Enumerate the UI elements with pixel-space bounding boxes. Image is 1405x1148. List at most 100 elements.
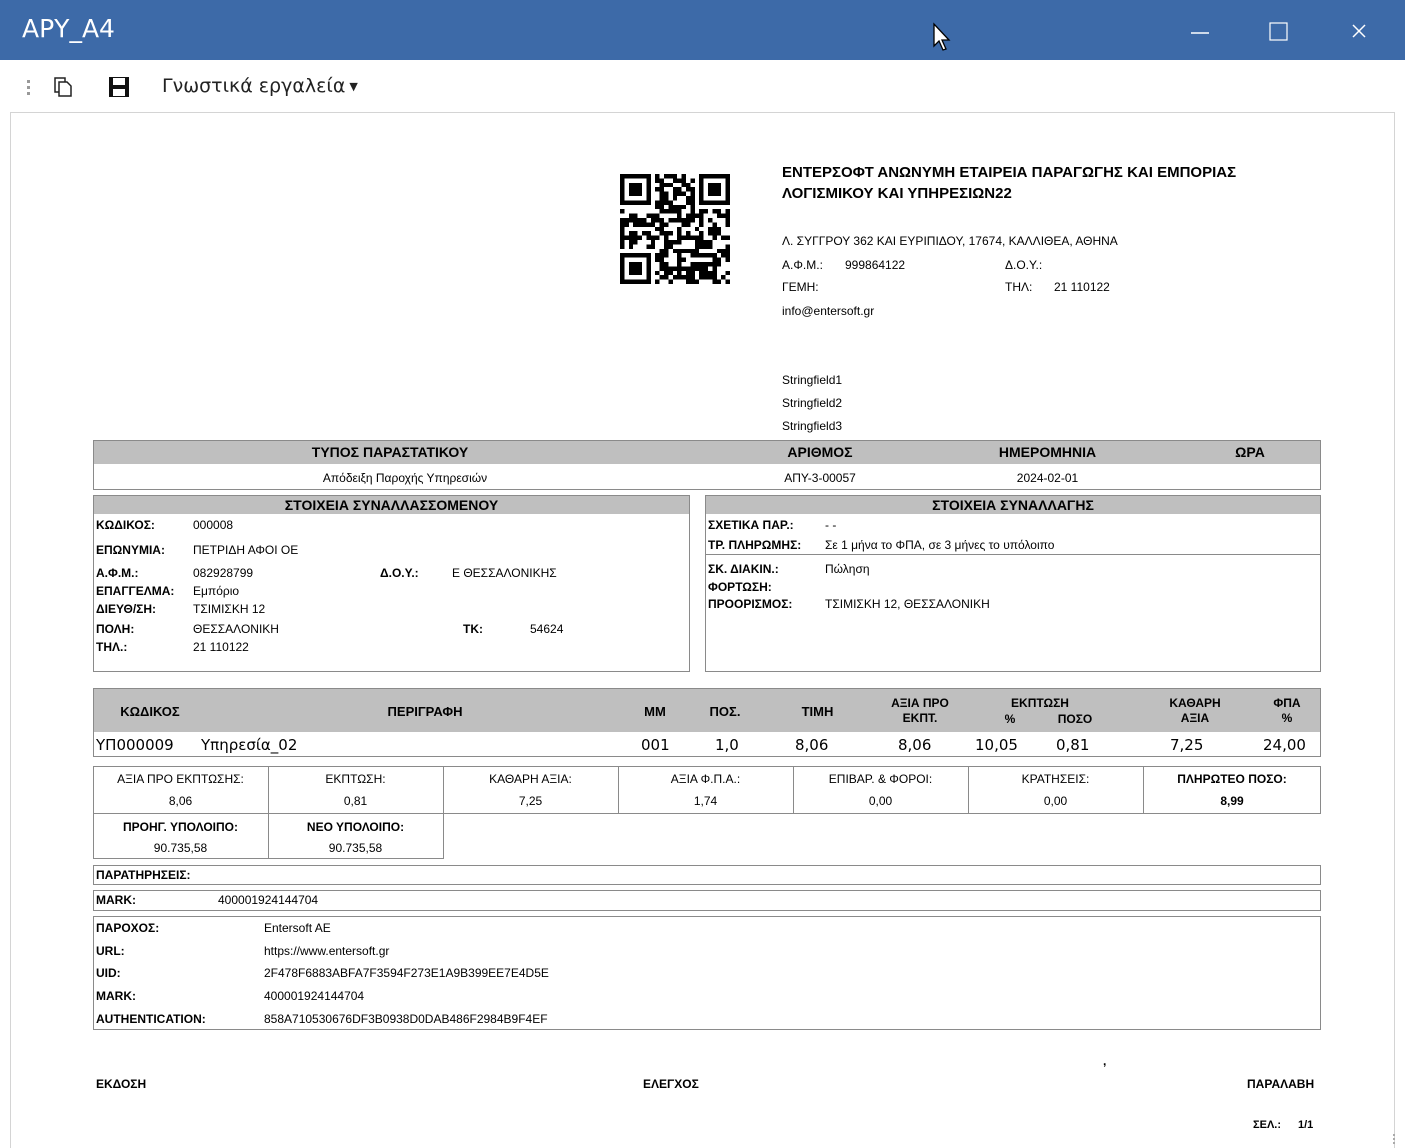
cognitive-tools-label: Γνωστικά εργαλεία [162,75,346,97]
destination-label: ΠΡΟΟΡΙΣΜΟΣ: [708,597,793,611]
total-payable-label: ΠΛΗΡΩΤΕΟ ΠΟΣΟ: [1177,772,1287,786]
customer-doy-label: Δ.Ο.Υ.: [380,566,419,580]
company-afm-label: Α.Φ.Μ.: [782,258,823,272]
company-gemh-label: ΓΕΜΗ: [782,280,819,294]
company-name-line1: ΕΝΤΕΡΣΟΦΤ ΑΝΩΝΥΜΗ ΕΤΑΙΡΕΙΑ ΠΑΡΑΓΩΓΗΣ ΚΑΙ… [782,164,1237,181]
col-price-header: ΤΙΜΗ [801,704,834,719]
customer-job-label: ΕΠΑΓΓΕΛΜΑ: [96,584,175,598]
total-net-value: 7,25 [518,794,543,808]
page-label: ΣΕΛ.: [1253,1119,1281,1131]
line-disc-amt: 0,81 [1056,736,1090,754]
customer-doy-value: Ε ΘΕΣΣΑΛΟΝΙΚΗΣ [452,566,557,580]
col-value-before-header-1: ΑΞΙΑ ΠΡΟ [891,696,949,710]
total-withholding-label: ΚΡΑΤΗΣΕΙΣ: [1021,772,1090,786]
minimize-button[interactable] [1164,0,1234,60]
customer-tel-value: 21 110122 [193,640,249,654]
new-balance-label: ΝΕΟ ΥΠΟΛΟΙΠΟ: [306,820,405,834]
url-label: URL: [96,944,125,958]
col-vat-header-1: ΦΠΑ [1273,696,1301,710]
company-doy-label: Δ.Ο.Υ.: [1005,258,1043,272]
total-charges-value: 0,00 [868,794,893,808]
maximize-button[interactable] [1246,0,1316,60]
customer-afm-label: Α.Φ.Μ.: [96,566,139,580]
col-discount-header: ΕΚΠΤΩΣΗ [1011,696,1069,710]
col-vat-header-2: % [1281,711,1293,725]
col-value-before-header-2: ΕΚΠΤ. [902,711,938,725]
col-discount-amt-header: ΠΟΣΟ [1057,712,1093,726]
related-docs-value: - - [825,518,837,532]
toolbar-grip-icon[interactable] [27,80,30,96]
caret-down-icon: ▼ [349,80,358,93]
destination-value: ΤΣΙΜΙΣΚΗ 12, ΘΕΣΣΑΛΟΝΙΚΗ [825,597,990,611]
provider-mark-value: 400001924144704 [264,989,365,1003]
col-net-header-2: ΑΞΙΑ [1180,711,1210,725]
check-label: ΕΛΕΓΧΟΣ [643,1077,699,1091]
qr-code-icon [620,174,730,284]
line-value-before: 8,06 [898,736,932,754]
page-value: 1/1 [1298,1119,1314,1131]
mark-label: MARK: [96,893,136,907]
col-qty-header: ΠΟΣ. [709,704,741,719]
total-disc-value: 0,81 [343,794,368,808]
new-balance-value: 90.735,58 [328,841,383,855]
doc-type-header: ΤΥΠΟΣ ΠΑΡΑΣΤΑΤΙΚΟΥ [311,444,469,460]
uid-value: 2F478F6883ABFA7F3594F273E1A9B399EE7E4D5E [264,966,549,980]
customer-address-label: ΔΙΕΥΘ/ΣΗ: [96,602,157,616]
customer-code-value: 000008 [193,518,234,532]
remarks-box [93,865,1321,885]
total-net-label: ΚΑΘΑΡΗ ΑΞΙΑ: [489,772,572,786]
line-mm: 001 [641,736,670,754]
auth-value: 858A710530676DF3B0938D0DAB486F2984B9F4EF [264,1012,548,1026]
col-desc-header: ΠΕΡΙΓΡΑΦΗ [387,704,463,719]
transaction-section [705,495,1321,672]
company-email: info@entersoft.gr [782,304,875,318]
line-disc-pct: 10,05 [975,736,1018,754]
customer-code-label: ΚΩΔΙΚΟΣ: [96,518,155,532]
customer-city-value: ΘΕΣΣΑΛΟΝΙΚΗ [193,622,279,636]
doc-date-value: 2024-02-01 [1016,471,1079,485]
total-payable-value: 8,99 [1220,794,1244,808]
prev-balance-label: ΠΡΟΗΓ. ΥΠΟΛΟΙΠΟ: [122,820,239,834]
customer-address-value: ΤΣΙΜΙΣΚΗ 12 [193,602,266,616]
doc-number-header: ΑΡΙΘΜΟΣ [787,444,853,460]
line-qty: 1,0 [715,736,739,754]
close-icon [1352,24,1366,38]
col-mm-header: ΜΜ [644,704,666,719]
payment-method-value: Σε 1 μήνα το ΦΠΑ, σε 3 μήνες το υπόλοιπο [825,538,1055,552]
auth-label: AUTHENTICATION: [96,1012,206,1026]
cognitive-tools-menu[interactable]: Γνωστικά εργαλεία ▼ [162,75,358,97]
total-charges-label: ΕΠΙΒΑΡ. & ΦΟΡΟΙ: [828,772,933,786]
provider-mark-label: MARK: [96,989,136,1003]
stringfield-1: Stringfield1 [782,373,843,387]
customer-afm-value: 082928799 [193,566,254,580]
doc-type-value: Απόδειξη Παροχής Υπηρεσιών [322,471,488,485]
total-vat-label: ΑΞΙΑ Φ.Π.Α.: [670,772,741,786]
line-code: ΥΠ000009 [96,736,174,754]
copy-icon[interactable] [52,76,74,98]
window-title: ΑΡΥ_Α4 [22,14,115,43]
resize-grip-icon[interactable] [1389,1133,1399,1145]
uid-label: UID: [96,966,121,980]
close-button[interactable] [1328,0,1398,60]
line-net: 7,25 [1170,736,1204,754]
col-code-header: ΚΩΔΙΚΟΣ [120,704,180,719]
col-net-header-1: ΚΑΘΑΡΗ [1169,696,1221,710]
url-value: https://www.entersoft.gr [264,944,390,958]
total-withholding-value: 0,00 [1043,794,1068,808]
stringfield-2: Stringfield2 [782,396,843,410]
col-discount-pct-header: % [1004,712,1016,726]
total-before-disc-label: ΑΞΙΑ ΠΡΟ ΕΚΠΤΩΣΗΣ: [117,772,244,786]
customer-city-label: ΠΟΛΗ: [96,622,135,636]
line-price: 8,06 [795,736,829,754]
company-phone-value: 21 110122 [1054,280,1110,294]
customer-tel-label: ΤΗΛ.: [96,640,128,654]
provider-label: ΠΑΡΟΧΟΣ: [96,921,160,935]
company-address: Λ. ΣΥΓΓΡΟΥ 362 ΚΑΙ ΕΥΡΙΠΙΔΟΥ, 17674, ΚΑΛ… [782,234,1118,248]
save-icon[interactable] [108,76,130,98]
customer-tk-value: 54624 [530,622,564,636]
stringfield-3: Stringfield3 [782,419,843,433]
customer-tk-label: ΤΚ: [463,622,483,636]
doc-date-header: ΗΜΕΡΟΜΗΝΙΑ [998,444,1097,460]
receipt-label: ΠΑΡΑΛΑΒΗ [1247,1077,1315,1091]
transaction-divider [705,554,1321,555]
